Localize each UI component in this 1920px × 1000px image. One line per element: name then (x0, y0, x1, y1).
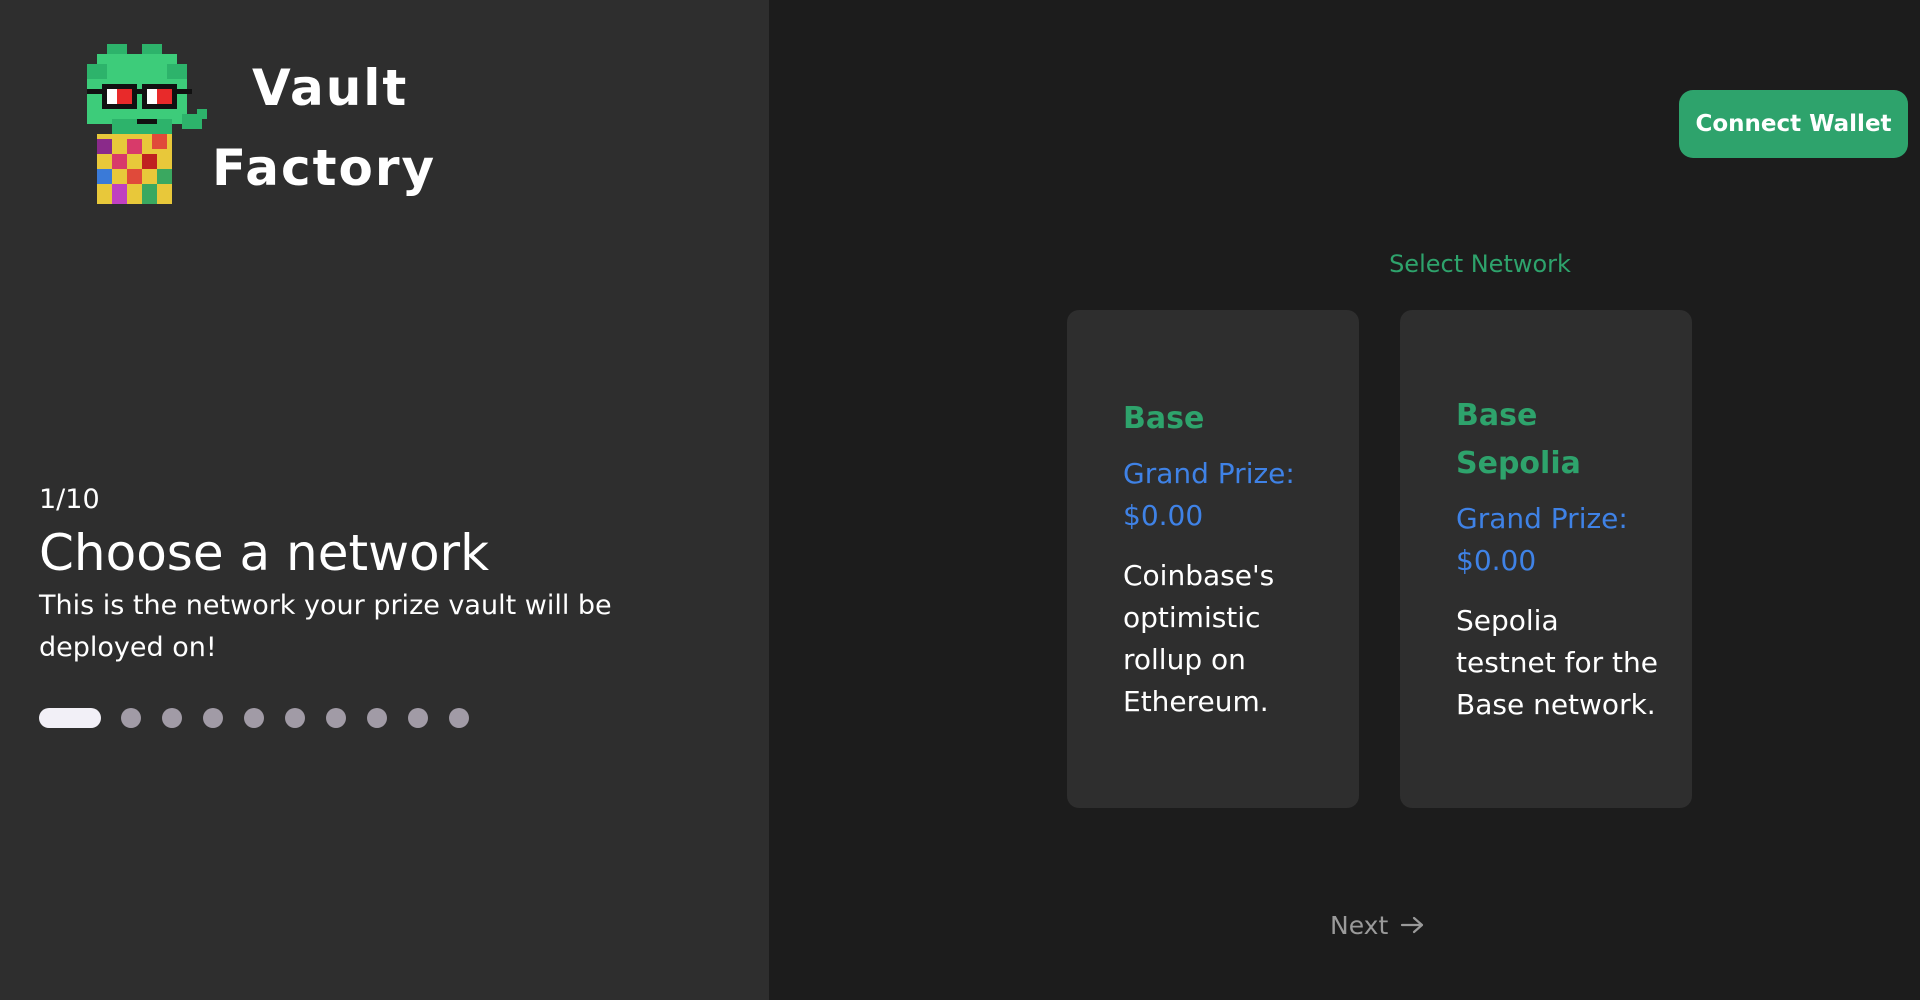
progress-dot (244, 708, 264, 728)
grand-prize-text: Grand Prize: $0.00 (1456, 502, 1628, 577)
progress-dot (203, 708, 223, 728)
step-progress-dots (39, 708, 490, 728)
app-logo: Vault Factory (82, 44, 442, 214)
grand-prize-text: Grand Prize: $0.00 (1123, 457, 1295, 532)
network-card-base[interactable]: Base Grand Prize: $0.00 Coinbase's optim… (1067, 310, 1359, 808)
progress-dot (408, 708, 428, 728)
left-panel: Vault Factory 1/10 Choose a network This… (0, 0, 769, 1000)
next-button[interactable]: Next (1330, 905, 1430, 945)
progress-dot (285, 708, 305, 728)
progress-dot (326, 708, 346, 728)
logo-wordmark: Vault Factory (212, 48, 436, 208)
progress-dot (367, 708, 387, 728)
page-description: This is the network your prize vault wil… (39, 590, 612, 663)
arrow-right-icon (1401, 916, 1424, 934)
mascot-logo-icon (87, 44, 207, 204)
progress-dot (162, 708, 182, 728)
network-card-base-sepolia[interactable]: Base Sepolia Grand Prize: $0.00 Sepolia … (1400, 310, 1692, 808)
progress-dot (121, 708, 141, 728)
step-counter: 1/10 (39, 484, 100, 515)
network-description: Sepolia testnet for the Base network. (1456, 604, 1658, 721)
network-description: Coinbase's optimistic rollup on Ethereum… (1123, 559, 1275, 718)
logo-line-factory: Factory (212, 139, 437, 197)
page-title: Choose a network (39, 524, 490, 582)
network-name: Base (1123, 401, 1205, 436)
network-name: Base Sepolia (1456, 398, 1581, 481)
select-network-label: Select Network (1389, 250, 1571, 278)
progress-dot-active (39, 708, 101, 728)
connect-wallet-button[interactable]: Connect Wallet (1679, 90, 1908, 158)
next-label: Next (1330, 910, 1389, 940)
progress-dot (449, 708, 469, 728)
logo-line-vault: Vault (252, 59, 409, 117)
